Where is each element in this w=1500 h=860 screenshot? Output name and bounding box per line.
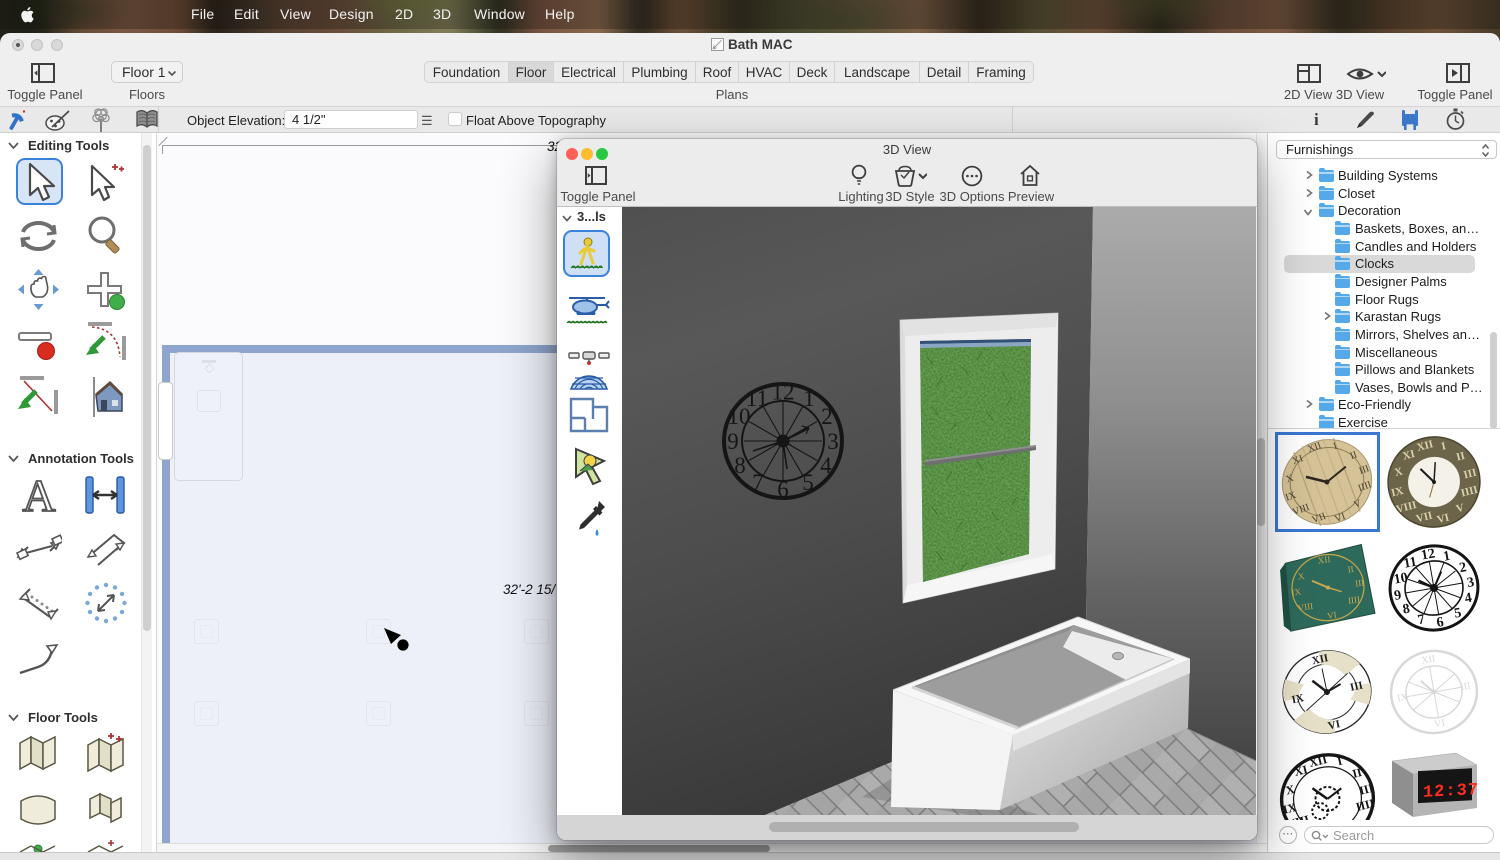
- svg-text:III: III: [1355, 578, 1365, 589]
- svg-text:VIII: VIII: [1297, 601, 1314, 613]
- svg-text:VI: VI: [1326, 610, 1337, 621]
- svg-text:11: 11: [1403, 555, 1419, 572]
- svg-text:12:37: 12:37: [1423, 781, 1479, 803]
- svg-text:3: 3: [1466, 575, 1475, 591]
- svg-text:1: 1: [803, 386, 815, 411]
- svg-text:7: 7: [752, 470, 764, 495]
- svg-text:10: 10: [1393, 571, 1409, 588]
- svg-text:5: 5: [1453, 606, 1462, 622]
- svg-text:3: 3: [827, 429, 839, 454]
- svg-text:VI: VI: [1327, 718, 1341, 732]
- svg-text:VI: VI: [1433, 718, 1445, 731]
- svg-text:1: 1: [1442, 549, 1451, 565]
- svg-text:11: 11: [746, 386, 768, 411]
- svg-text:2: 2: [1458, 560, 1467, 576]
- svg-text:9: 9: [1393, 588, 1402, 604]
- svg-text:2: 2: [821, 404, 833, 429]
- svg-text:12: 12: [1420, 546, 1436, 563]
- svg-text:IX: IX: [1291, 692, 1306, 706]
- svg-text:III: III: [1460, 681, 1472, 694]
- svg-text:9: 9: [727, 429, 739, 454]
- svg-text:IX: IX: [1291, 586, 1302, 597]
- svg-text:12: 12: [772, 380, 795, 405]
- svg-text:A: A: [22, 473, 55, 517]
- svg-text:XI: XI: [1293, 762, 1310, 779]
- svg-text:6: 6: [1435, 615, 1444, 631]
- svg-text:4: 4: [1464, 591, 1473, 607]
- svg-text:X: X: [1284, 782, 1296, 798]
- svg-text:IIII: IIII: [1347, 594, 1360, 606]
- svg-text:6: 6: [777, 477, 789, 502]
- svg-text:XII: XII: [1317, 554, 1331, 566]
- svg-text:8: 8: [734, 453, 746, 478]
- svg-text:4: 4: [820, 453, 832, 478]
- svg-text:5: 5: [802, 470, 814, 495]
- svg-text:IX: IX: [1396, 692, 1409, 705]
- svg-text:XII: XII: [1421, 653, 1437, 666]
